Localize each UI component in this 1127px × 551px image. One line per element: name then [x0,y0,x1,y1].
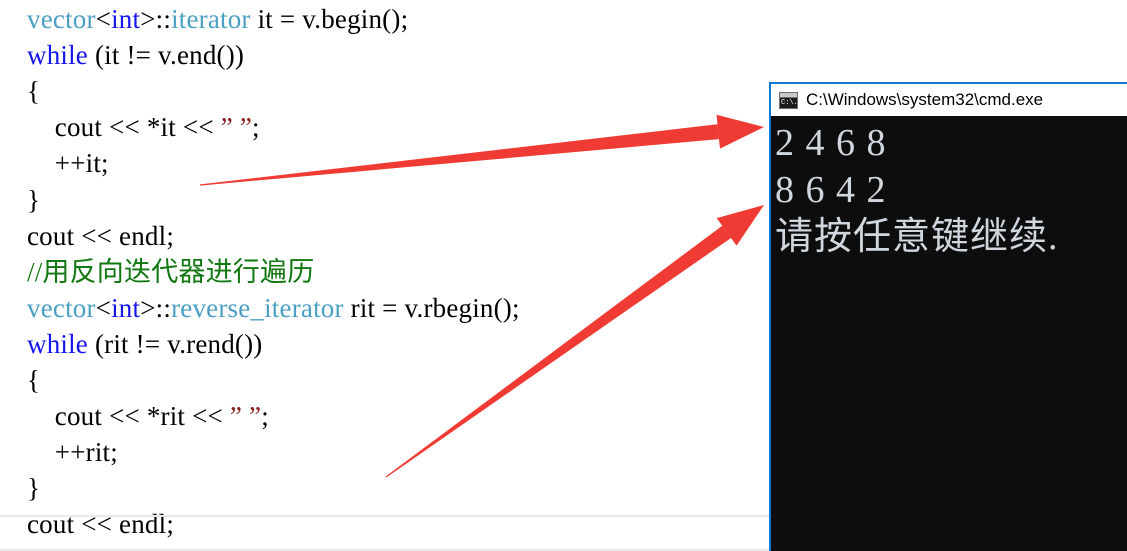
code-line: } [27,182,40,218]
code-line: vector<int>::reverse_iterator rit = v.rb… [27,290,520,326]
code-token-plain: ; [261,401,269,432]
code-token-plain: { [27,76,41,107]
code-token-plain: cout << *rit << [27,401,230,432]
code-token-plain: (rit != v.rend()) [88,328,263,359]
code-line: cout << *it << ” ”; [27,109,260,145]
code-line: ++it; [27,145,109,181]
code-token-plain: } [27,473,41,504]
console-titlebar[interactable]: C:\. C:\Windows\system32\cmd.exe [771,84,1127,116]
code-line: { [27,362,40,398]
code-line: while (it != v.end()) [27,37,244,73]
code-separator-top [0,515,769,517]
console-output-line: 8 6 4 2 [775,169,887,211]
console-output-area[interactable]: 2 4 6 8 8 6 4 2 请按任意键继续. [771,116,1127,551]
console-output-line: 请按任意键继续. [775,216,1059,258]
code-line: } [27,470,40,506]
code-token-string: ” ” [229,401,262,432]
code-token-type: iterator [171,4,251,34]
code-token-plain: } [27,184,41,215]
code-token-plain: < [95,4,112,34]
code-token-plain: >:: [140,292,172,323]
code-token-plain: cout << endl; [27,220,175,251]
code-line: vector<int>::iterator it = v.begin(); [27,1,408,37]
code-token-keyword: int [111,4,141,34]
code-token-plain: ; [252,112,260,143]
code-token-plain: ++it; [27,148,109,179]
code-line: cout << endl; [27,506,174,542]
code-token-plain: < [95,292,112,323]
code-line: ++rit; [27,434,118,470]
code-line: cout << endl; [27,218,174,254]
code-token-plain: cout << *it << [27,112,221,143]
code-token-plain: rit = v.rbegin(); [343,292,520,323]
code-token-keyword: while [27,328,88,359]
code-token-type: reverse_iterator [171,292,344,323]
console-output-line: 2 4 6 8 [775,122,887,164]
cmd-console-icon: C:\. [779,91,798,109]
code-line: cout << *rit << ” ”; [27,398,269,434]
code-token-plain: cout << endl; [27,509,175,540]
code-token-plain: >:: [140,4,172,34]
code-editor-pane[interactable]: vector<int>::iterator it = v.begin(); whi… [0,0,769,551]
cmd-console-window[interactable]: C:\. C:\Windows\system32\cmd.exe 2 4 6 8… [769,82,1127,551]
code-token-keyword: int [111,292,141,323]
code-token-plain: ++rit; [27,437,118,468]
cmd-icon-prompt-glyph: C:\. [780,97,797,108]
code-token-plain: { [27,365,41,395]
code-token-plain: it = v.begin(); [250,4,409,34]
code-line: { [27,73,40,109]
code-token-plain: (it != v.end()) [88,40,245,71]
code-token-keyword: while [27,40,88,71]
code-token-type: vector [27,292,96,323]
code-token-comment: //用反向迭代器进行遍历 [27,256,315,287]
code-token-string: ” ” [220,112,253,143]
code-token-type: vector [27,4,96,34]
console-title-text: C:\Windows\system32\cmd.exe [806,90,1044,109]
code-line: while (rit != v.rend()) [27,326,263,362]
code-line: //用反向迭代器进行遍历 [27,254,314,290]
